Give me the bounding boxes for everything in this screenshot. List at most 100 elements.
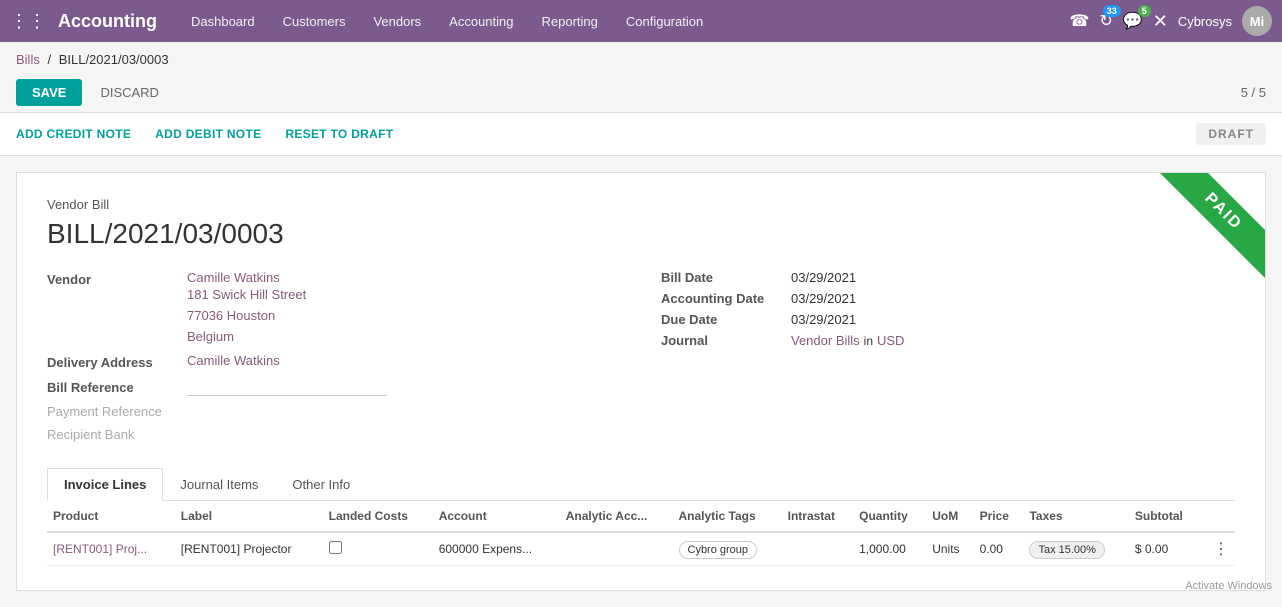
journal-in-label: in — [864, 334, 873, 348]
recipient-bank-label: Recipient Bank — [47, 425, 187, 442]
col-price: Price — [974, 501, 1024, 532]
bill-date-value[interactable]: 03/29/2021 — [791, 270, 856, 285]
main-menu: Dashboard Customers Vendors Accounting R… — [177, 0, 1069, 42]
cell-quantity: 1,000.00 — [853, 532, 926, 566]
activity-icon[interactable]: ↻ 33 — [1099, 11, 1112, 31]
activity-badge: 33 — [1103, 5, 1121, 17]
due-date-label: Due Date — [661, 312, 791, 327]
menu-accounting[interactable]: Accounting — [435, 0, 527, 42]
form-left: Vendor Camille Watkins 181 Swick Hill St… — [47, 270, 621, 448]
close-icon[interactable]: ✕ — [1153, 11, 1168, 32]
draft-status-badge: DRAFT — [1196, 123, 1266, 145]
col-uom: UoM — [926, 501, 973, 532]
menu-dashboard[interactable]: Dashboard — [177, 0, 269, 42]
accounting-date-value[interactable]: 03/29/2021 — [791, 291, 856, 306]
tax-badge[interactable]: Tax 15.00% — [1029, 541, 1104, 559]
bill-ref-row: Bill Reference — [47, 378, 621, 396]
col-account: Account — [433, 501, 560, 532]
col-label: Label — [175, 501, 323, 532]
col-actions — [1201, 501, 1235, 532]
breadcrumb-current: BILL/2021/03/0003 — [59, 52, 169, 67]
tab-invoice-lines[interactable]: Invoice Lines — [47, 468, 163, 501]
reset-to-draft-button[interactable]: RESET TO DRAFT — [273, 121, 405, 147]
analytic-tag-badge[interactable]: Cybro group — [679, 541, 758, 559]
accounting-date-label: Accounting Date — [661, 291, 791, 306]
document-title: BILL/2021/03/0003 — [47, 218, 1235, 250]
due-date-row: Due Date 03/29/2021 — [661, 312, 1235, 327]
topnav-right-icons: ☎ ↻ 33 💬 5 ✕ Cybrosys Mi — [1069, 6, 1272, 36]
avatar[interactable]: Mi — [1242, 6, 1272, 36]
document-wrapper: PAID Vendor Bill BILL/2021/03/0003 Vendo… — [0, 156, 1282, 607]
row-actions-dots[interactable]: ⋮ — [1201, 532, 1235, 566]
cell-subtotal: $ 0.00 — [1129, 532, 1201, 566]
invoice-lines-table-wrap: Product Label Landed Costs Account Analy… — [47, 501, 1235, 566]
breadcrumb-separator: / — [47, 52, 54, 67]
vendor-name[interactable]: Camille Watkins — [187, 270, 306, 285]
menu-reporting[interactable]: Reporting — [528, 0, 612, 42]
cell-taxes: Tax 15.00% — [1023, 532, 1128, 566]
paid-stamp: PAID — [1145, 173, 1265, 293]
table-row: [RENT001] Proj... [RENT001] Projector 60… — [47, 532, 1235, 566]
table-header: Product Label Landed Costs Account Analy… — [47, 501, 1235, 532]
app-brand: Accounting — [58, 11, 157, 32]
save-button[interactable]: SAVE — [16, 79, 82, 106]
cell-account: 600000 Expens... — [433, 532, 560, 566]
document-type-label: Vendor Bill — [47, 197, 1235, 212]
breadcrumb-parent[interactable]: Bills — [16, 52, 40, 67]
tab-bar: Invoice Lines Journal Items Other Info — [47, 468, 1235, 501]
delivery-row: Delivery Address Camille Watkins — [47, 353, 621, 370]
invoice-lines-table: Product Label Landed Costs Account Analy… — [47, 501, 1235, 566]
grid-menu-icon[interactable]: ⋮⋮ — [10, 11, 46, 32]
journal-currency[interactable]: USD — [877, 333, 904, 348]
col-landed-costs: Landed Costs — [323, 501, 433, 532]
discard-button[interactable]: DISCARD — [90, 79, 169, 106]
add-debit-note-button[interactable]: ADD DEBIT NOTE — [143, 121, 273, 147]
cell-uom: Units — [926, 532, 973, 566]
bill-ref-label: Bill Reference — [47, 378, 187, 395]
form-right: Bill Date 03/29/2021 Accounting Date 03/… — [661, 270, 1235, 448]
payment-ref-label: Payment Reference — [47, 402, 187, 419]
payment-ref-row: Payment Reference — [47, 402, 621, 419]
add-credit-note-button[interactable]: ADD CREDIT NOTE — [16, 121, 143, 147]
landed-costs-checkbox[interactable] — [329, 541, 342, 554]
due-date-value[interactable]: 03/29/2021 — [791, 312, 856, 327]
recipient-bank-row: Recipient Bank — [47, 425, 621, 442]
tab-other-info[interactable]: Other Info — [275, 468, 367, 501]
vendor-row: Vendor Camille Watkins 181 Swick Hill St… — [47, 270, 621, 347]
col-product: Product — [47, 501, 175, 532]
cell-product[interactable]: [RENT001] Proj... — [47, 532, 175, 566]
cell-analytic-tags: Cybro group — [673, 532, 782, 566]
phone-icon[interactable]: ☎ — [1069, 11, 1089, 31]
tab-journal-items[interactable]: Journal Items — [163, 468, 275, 501]
menu-customers[interactable]: Customers — [269, 0, 360, 42]
journal-name[interactable]: Vendor Bills — [791, 333, 860, 348]
vendor-addr-1: 181 Swick Hill Street — [187, 285, 306, 306]
chat-badge: 5 — [1138, 5, 1151, 17]
menu-configuration[interactable]: Configuration — [612, 0, 717, 42]
bill-ref-input[interactable] — [187, 378, 387, 396]
cell-intrastat — [782, 532, 854, 566]
cell-price: 0.00 — [974, 532, 1024, 566]
vendor-addr-3: Belgium — [187, 327, 306, 348]
chat-icon[interactable]: 💬 5 — [1123, 11, 1143, 31]
cell-landed-costs[interactable] — [323, 532, 433, 566]
delivery-name[interactable]: Camille Watkins — [187, 353, 280, 368]
windows-watermark: Activate Windows — [1185, 580, 1272, 592]
col-subtotal: Subtotal — [1129, 501, 1201, 532]
username[interactable]: Cybrosys — [1178, 14, 1232, 29]
bill-date-label: Bill Date — [661, 270, 791, 285]
col-taxes: Taxes — [1023, 501, 1128, 532]
vendor-label: Vendor — [47, 270, 187, 287]
secondary-action-bar: ADD CREDIT NOTE ADD DEBIT NOTE RESET TO … — [0, 112, 1282, 156]
action-bar: SAVE DISCARD 5 / 5 — [0, 73, 1282, 112]
breadcrumb: Bills / BILL/2021/03/0003 — [0, 42, 1282, 73]
paid-stamp-text: PAID — [1154, 173, 1265, 281]
cell-analytic-acc — [560, 532, 673, 566]
page-navigation: 5 / 5 — [1241, 85, 1266, 100]
top-navigation: ⋮⋮ Accounting Dashboard Customers Vendor… — [0, 0, 1282, 42]
menu-vendors[interactable]: Vendors — [359, 0, 435, 42]
table-body: [RENT001] Proj... [RENT001] Projector 60… — [47, 532, 1235, 566]
vendor-info: Camille Watkins 181 Swick Hill Street 77… — [187, 270, 306, 347]
journal-label: Journal — [661, 333, 791, 348]
vendor-bill-document: PAID Vendor Bill BILL/2021/03/0003 Vendo… — [16, 172, 1266, 591]
